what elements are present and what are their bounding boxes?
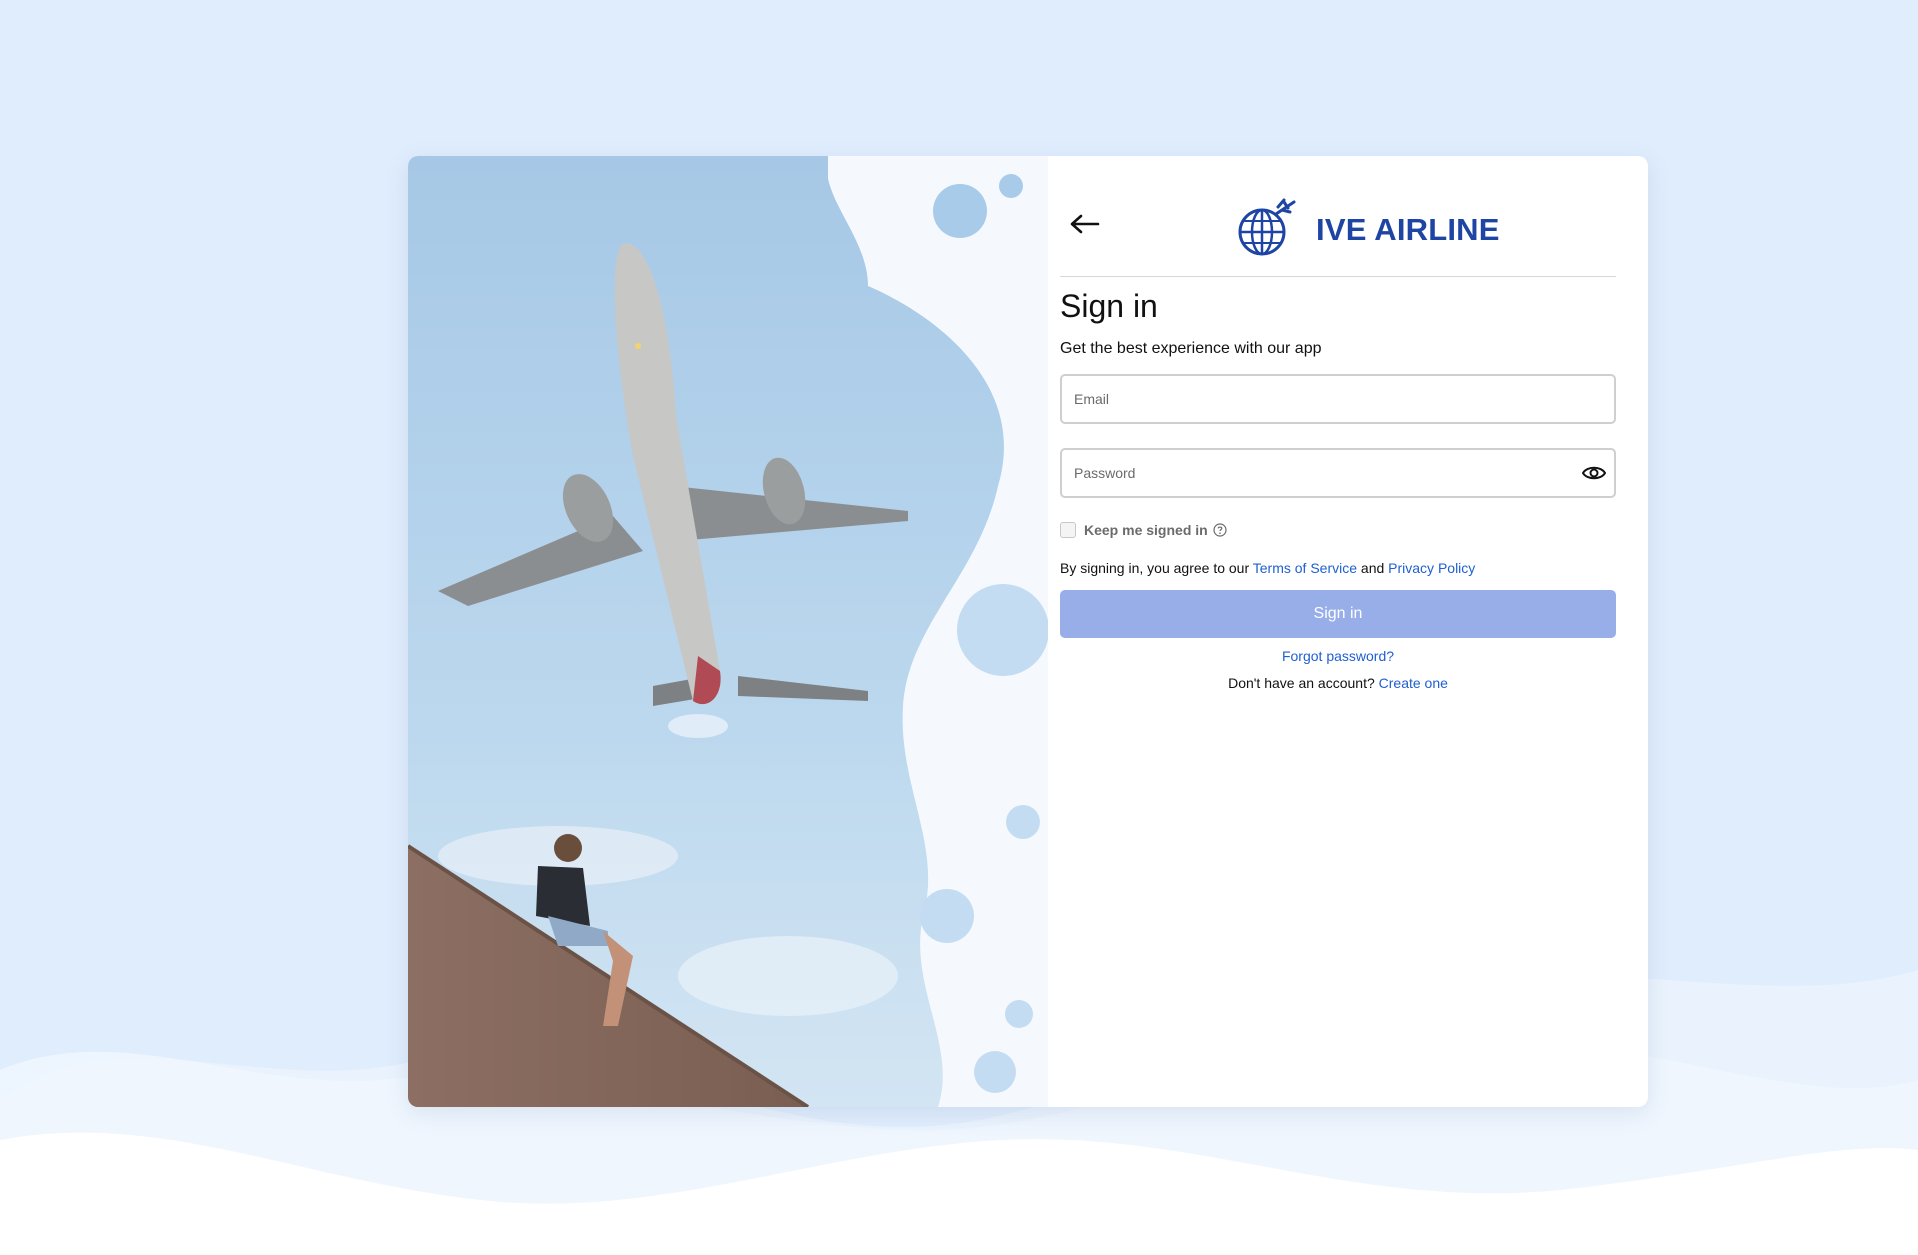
password-input[interactable]	[1062, 450, 1614, 496]
create-account-link[interactable]: Create one	[1379, 675, 1448, 691]
password-field-wrapper	[1060, 448, 1616, 498]
globe-airplane-icon	[1238, 198, 1296, 256]
terms-text: By signing in, you agree to our Terms of…	[1060, 560, 1475, 576]
page-title: Sign in	[1060, 288, 1158, 324]
forgot-password-link[interactable]: Forgot password?	[1282, 648, 1394, 664]
keep-signed-in-row: Keep me signed in	[1060, 520, 1227, 540]
terms-of-service-link[interactable]: Terms of Service	[1253, 560, 1357, 576]
decorative-wave	[828, 156, 1048, 1107]
signup-row: Don't have an account? Create one	[1060, 675, 1616, 691]
privacy-policy-link[interactable]: Privacy Policy	[1388, 560, 1475, 576]
arrow-left-icon[interactable]	[1070, 212, 1100, 236]
help-circle-icon[interactable]	[1213, 523, 1227, 537]
page-subtitle: Get the best experience with our app	[1060, 340, 1322, 357]
keep-signed-in-label[interactable]: Keep me signed in	[1084, 522, 1208, 538]
keep-signed-in-checkbox[interactable]	[1060, 522, 1076, 538]
terms-conjunction: and	[1357, 560, 1389, 576]
signin-button[interactable]: Sign in	[1060, 590, 1616, 638]
signup-prompt: Don't have an account?	[1228, 675, 1379, 691]
brand-header: IVE AIRLINE	[1232, 198, 1500, 262]
email-field-wrapper	[1060, 374, 1616, 424]
brand-name: IVE AIRLINE	[1316, 212, 1500, 247]
signin-form: IVE AIRLINE Sign in Get the best experie…	[1060, 156, 1616, 1107]
header-divider	[1060, 276, 1616, 277]
email-input[interactable]	[1062, 376, 1614, 422]
terms-prefix: By signing in, you agree to our	[1060, 560, 1253, 576]
forgot-password-row: Forgot password?	[1060, 648, 1616, 664]
eye-icon[interactable]	[1582, 463, 1606, 483]
login-card: IVE AIRLINE Sign in Get the best experie…	[408, 156, 1648, 1107]
